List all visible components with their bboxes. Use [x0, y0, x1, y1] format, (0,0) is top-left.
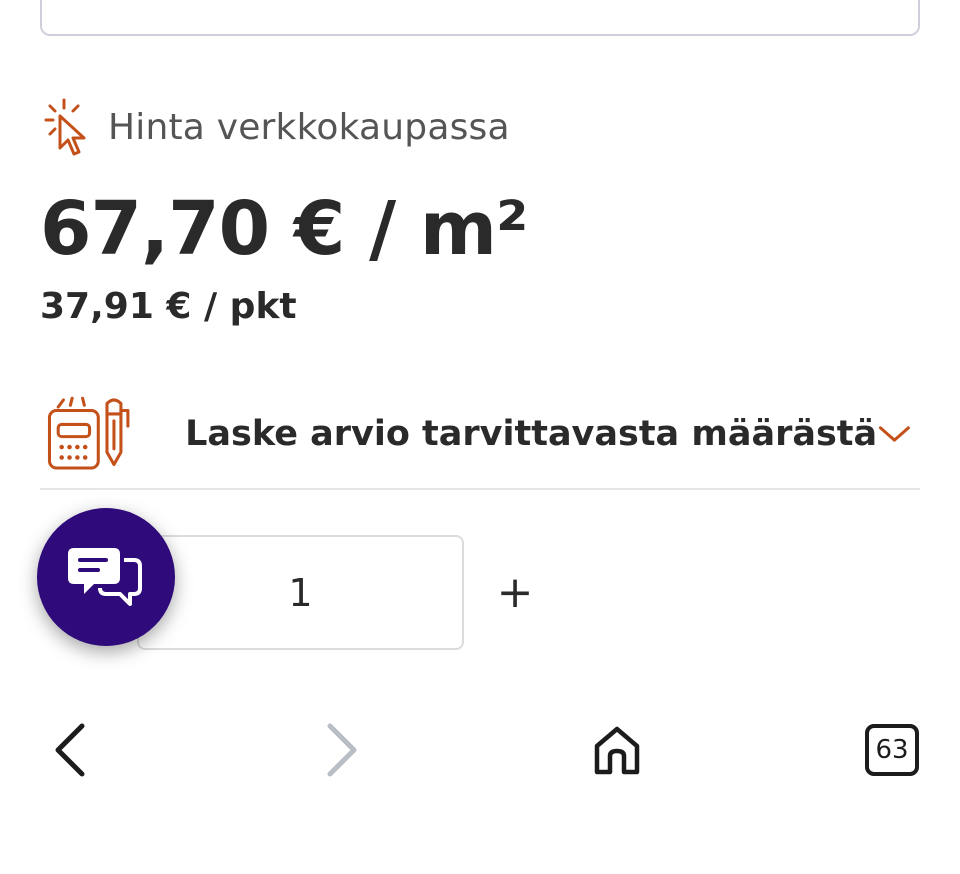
tabs-count: 63 [865, 724, 919, 776]
chat-button[interactable] [37, 508, 175, 646]
chat-bubbles-icon [68, 548, 142, 606]
calculator-label: Laske arvio tarvittavasta määrästä [185, 414, 878, 454]
calculator-pen-icon [47, 396, 130, 470]
tabs-button[interactable]: 63 [852, 710, 932, 790]
forward-button[interactable] [302, 710, 382, 790]
browser-navigation-bar: 63 [0, 682, 960, 874]
quantity-value: 1 [288, 570, 313, 615]
chevron-right-icon [327, 723, 357, 777]
home-icon [594, 726, 640, 775]
quantity-input[interactable]: 1 [137, 535, 464, 650]
input-field-bottom-edge[interactable] [40, 0, 920, 36]
online-price-header: Hinta verkkokaupassa [42, 96, 510, 158]
price-per-m2: 67,70 € / m² [40, 186, 528, 272]
quantity-increase-button[interactable]: + [490, 563, 540, 623]
click-cursor-icon [44, 98, 86, 156]
quantity-calculator-toggle[interactable]: Laske arvio tarvittavasta määrästä [40, 380, 920, 490]
price-per-package: 37,91 € / pkt [40, 286, 297, 327]
home-button[interactable] [577, 710, 657, 790]
chevron-down-icon [879, 426, 911, 442]
online-price-label: Hinta verkkokaupassa [108, 106, 510, 148]
chevron-left-icon [55, 723, 85, 777]
back-button[interactable] [30, 710, 110, 790]
